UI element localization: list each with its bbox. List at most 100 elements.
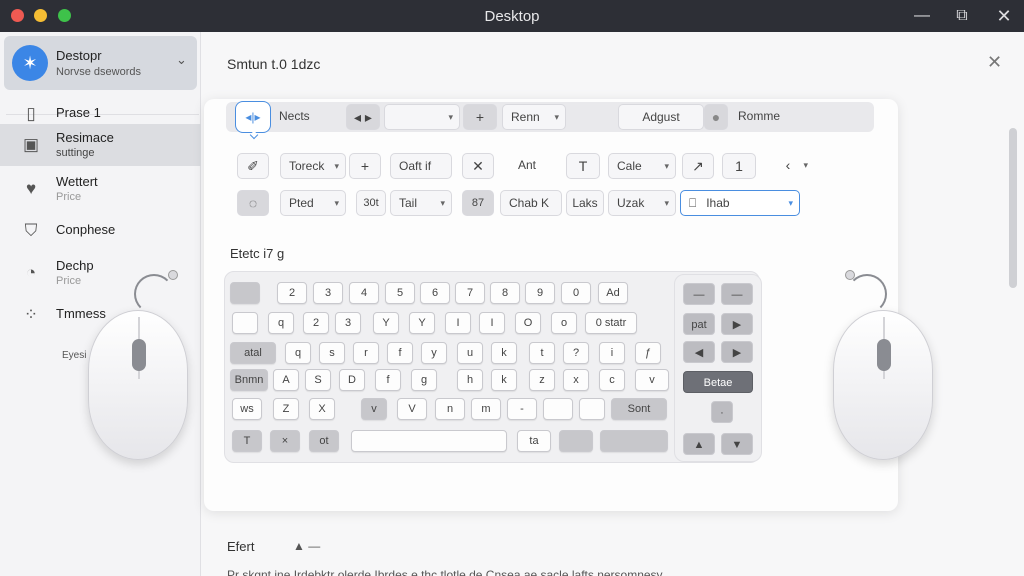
key[interactable]: T: [232, 430, 262, 452]
key[interactable]: Bnmn: [230, 369, 268, 391]
move-button[interactable]: ◂ ▸: [346, 104, 380, 130]
chevron-left-icon[interactable]: ‹ ▾: [762, 153, 814, 179]
laks-button[interactable]: Laks: [566, 190, 604, 216]
key[interactable]: A: [273, 369, 299, 391]
maximize-icon[interactable]: ⧉: [951, 5, 973, 27]
key[interactable]: q: [285, 342, 311, 364]
sidebar-item-resimace[interactable]: ▣ Resimace suttinge: [0, 124, 201, 166]
key[interactable]: ƒ: [635, 342, 661, 364]
key[interactable]: [559, 430, 593, 452]
key[interactable]: v: [635, 369, 669, 391]
key[interactable]: Y: [409, 312, 435, 334]
adgust-button[interactable]: Adgust: [618, 104, 704, 130]
profile-card[interactable]: ✶ Destopr Norvse dsewords ⌄: [4, 36, 197, 90]
key[interactable]: [232, 312, 258, 334]
chab-button[interactable]: Chab K: [500, 190, 562, 216]
renn-dropdown[interactable]: Renn ▾: [502, 104, 566, 130]
betae-key[interactable]: Betae: [683, 371, 753, 393]
space-key[interactable]: [351, 430, 507, 452]
key[interactable]: x: [563, 369, 589, 391]
key[interactable]: 5: [385, 282, 415, 304]
key[interactable]: [579, 398, 605, 420]
key[interactable]: i: [599, 342, 625, 364]
key[interactable]: S: [305, 369, 331, 391]
key[interactable]: D: [339, 369, 365, 391]
pen-icon[interactable]: ✐: [237, 153, 269, 179]
key[interactable]: g: [411, 369, 437, 391]
key[interactable]: -: [507, 398, 537, 420]
key[interactable]: Y: [373, 312, 399, 334]
key[interactable]: 7: [455, 282, 485, 304]
key[interactable]: r: [353, 342, 379, 364]
key[interactable]: u: [457, 342, 483, 364]
key[interactable]: 0 statr: [585, 312, 637, 334]
close-panel-icon[interactable]: ✕: [987, 52, 1002, 73]
key[interactable]: 2: [277, 282, 307, 304]
key[interactable]: Ad: [598, 282, 628, 304]
dot-button[interactable]: 30t: [356, 190, 386, 216]
tail-dropdown[interactable]: Tail ▾: [390, 190, 452, 216]
arrow-up-right-icon[interactable]: ↗: [682, 153, 714, 179]
sidebar-item-wettert[interactable]: ♥ Wettert Price: [0, 168, 201, 210]
numpad-key[interactable]: pat: [683, 313, 715, 335]
key[interactable]: ta: [517, 430, 551, 452]
key[interactable]: o: [551, 312, 577, 334]
key[interactable]: m: [471, 398, 501, 420]
tab-dropdown[interactable]: ⎕ Ihab ▾: [680, 190, 800, 216]
uzak-dropdown[interactable]: Uzak ▾: [608, 190, 676, 216]
oaft-button[interactable]: Oaft if: [390, 153, 452, 179]
key[interactable]: V: [397, 398, 427, 420]
scrollbar[interactable]: [1009, 128, 1019, 328]
key[interactable]: v: [361, 398, 387, 420]
toreck-dropdown[interactable]: Toreck ▾: [280, 153, 346, 179]
copy-icon[interactable]: ◌: [237, 190, 269, 216]
key[interactable]: 8: [490, 282, 520, 304]
key[interactable]: 2: [303, 312, 329, 334]
up-arrow-key[interactable]: ▲: [683, 433, 715, 455]
minimize-icon[interactable]: —: [911, 5, 933, 27]
plus-icon[interactable]: +: [349, 153, 381, 179]
key[interactable]: k: [491, 369, 517, 391]
key[interactable]: ot: [309, 430, 339, 452]
cale-dropdown[interactable]: Cale ▾: [608, 153, 676, 179]
t-button[interactable]: T: [566, 153, 600, 179]
key[interactable]: f: [375, 369, 401, 391]
key[interactable]: 4: [349, 282, 379, 304]
numpad-key[interactable]: —: [683, 283, 715, 305]
key[interactable]: ×: [270, 430, 300, 452]
one-button[interactable]: 1: [722, 153, 756, 179]
key[interactable]: atal: [230, 342, 276, 364]
key[interactable]: k: [491, 342, 517, 364]
numpad-key[interactable]: ·: [711, 401, 733, 423]
key[interactable]: 3: [313, 282, 343, 304]
key[interactable]: 9: [525, 282, 555, 304]
key[interactable]: h: [457, 369, 483, 391]
key[interactable]: c: [599, 369, 625, 391]
ant-button[interactable]: Ant: [500, 153, 554, 179]
key[interactable]: I: [479, 312, 505, 334]
key[interactable]: ws: [232, 398, 262, 420]
down-arrow-key[interactable]: ▼: [721, 433, 753, 455]
add-button[interactable]: +: [463, 104, 497, 130]
key[interactable]: 6: [420, 282, 450, 304]
numpad-key[interactable]: —: [721, 283, 753, 305]
key[interactable]: t: [529, 342, 555, 364]
key[interactable]: Sont: [611, 398, 667, 420]
key[interactable]: X: [309, 398, 335, 420]
key[interactable]: [230, 282, 260, 304]
key[interactable]: 0: [561, 282, 591, 304]
play-icon[interactable]: ▶: [721, 313, 753, 335]
key[interactable]: I: [445, 312, 471, 334]
key[interactable]: 3: [335, 312, 361, 334]
x-icon[interactable]: ✕: [462, 153, 494, 179]
key[interactable]: ?: [563, 342, 589, 364]
key[interactable]: q: [268, 312, 294, 334]
close-icon[interactable]: ✕: [993, 5, 1015, 27]
key[interactable]: [600, 430, 668, 452]
sidebar-item-conphese[interactable]: ⛉ Conphese: [0, 210, 201, 252]
key[interactable]: s: [319, 342, 345, 364]
key[interactable]: z: [529, 369, 555, 391]
right-arrow-key[interactable]: ▶: [721, 341, 753, 363]
key[interactable]: f: [387, 342, 413, 364]
blank-dropdown[interactable]: ▾: [384, 104, 460, 130]
